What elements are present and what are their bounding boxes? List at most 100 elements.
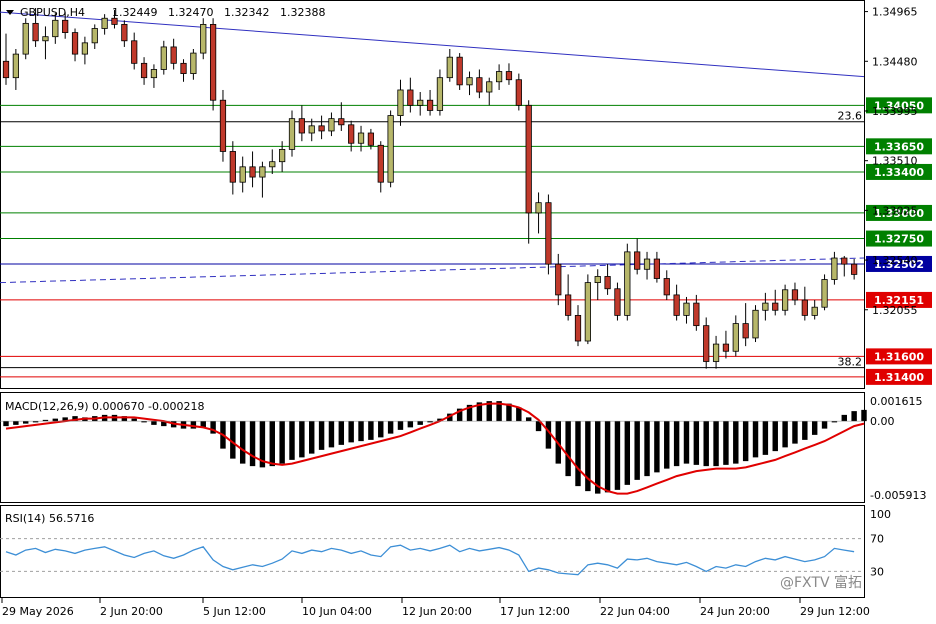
fib-label: 38.2	[838, 356, 863, 369]
macd-histogram-bar	[52, 418, 59, 422]
macd-histogram-bar	[239, 421, 246, 464]
candle-body	[377, 144, 384, 183]
macd-histogram-bar	[733, 421, 739, 464]
candle-body	[791, 289, 799, 301]
time-tick-label: 2 Jun 20:00	[100, 605, 163, 618]
price-tag-label: 1.33400	[874, 166, 924, 179]
ohlc-close: 1.32388	[280, 6, 326, 19]
macd-histogram-bar	[772, 421, 778, 452]
candle-body	[190, 52, 197, 74]
ohlc-open: 1.32449	[112, 6, 158, 19]
price-tag-label: 1.32750	[874, 233, 924, 246]
candle-body	[535, 202, 542, 214]
time-tick-label: 17 Jun 12:00	[500, 605, 570, 618]
candle-body	[574, 314, 582, 342]
macd-histogram-bar	[624, 421, 631, 485]
candle-body	[71, 32, 79, 55]
macd-histogram-bar	[397, 421, 404, 430]
rsi-label: RSI(14) 56.5716	[5, 512, 94, 525]
macd-histogram-bar	[151, 421, 157, 425]
macd-histogram-bar	[752, 421, 759, 458]
macd-histogram-bar	[309, 421, 315, 454]
time-tick-label: 12 Jun 20:00	[402, 605, 472, 618]
candle-body	[614, 288, 621, 316]
price-tag-label: 1.33650	[874, 140, 924, 153]
candle-body	[279, 149, 286, 163]
macd-tick-label: 0.001615	[870, 395, 923, 408]
rsi-tick-label: 30	[870, 565, 884, 578]
symbol-header: GBPUSD,H4	[20, 6, 85, 19]
macd-histogram-bar	[713, 421, 719, 467]
candle-body	[2, 60, 10, 79]
candle-body	[456, 56, 463, 86]
macd-histogram-bar	[782, 421, 788, 448]
candle-body	[555, 263, 562, 296]
macd-histogram-bar	[131, 418, 137, 422]
macd-histogram-bar	[407, 421, 414, 428]
price-tick-label: 1.33995	[872, 105, 918, 118]
time-tick-label: 29 May 2026	[2, 605, 74, 618]
price-tick-label: 1.32055	[872, 304, 918, 317]
macd-histogram-bar	[673, 421, 680, 467]
price-tick-label: 1.34480	[872, 55, 918, 68]
macd-histogram-bar	[664, 421, 670, 469]
candle-body	[32, 22, 39, 42]
price-tag-label: 1.31600	[874, 350, 924, 363]
candle-body	[821, 279, 828, 308]
candle-body	[653, 258, 661, 279]
candle-body	[229, 151, 236, 183]
macd-histogram-bar	[328, 421, 335, 448]
macd-histogram-bar	[821, 421, 828, 429]
macd-histogram-bar	[644, 421, 650, 477]
candle-body	[584, 282, 591, 342]
macd-histogram-bar	[762, 421, 769, 455]
macd-tick-label: -0.005913	[870, 489, 926, 502]
macd-histogram-bar	[249, 421, 256, 467]
fib-label: 23.6	[838, 110, 863, 123]
macd-histogram-bar	[693, 421, 700, 465]
candle-body	[269, 161, 276, 168]
macd-histogram-bar	[525, 417, 532, 422]
macd-histogram-bar	[338, 421, 345, 445]
candle-body	[111, 17, 118, 25]
candle-body	[772, 302, 779, 311]
candle-body	[42, 36, 49, 42]
candle-body	[200, 23, 207, 54]
candle-body	[209, 23, 217, 101]
macd-histogram-bar	[279, 421, 285, 464]
candle-body	[752, 309, 759, 339]
watermark-logo: @FXTV 富拓	[780, 574, 862, 591]
price-chart[interactable]: 23.6 38.2 0.001615 0.00 -0.005913 100 70 30 1…	[0, 0, 936, 624]
candle-body	[101, 17, 108, 29]
candle-body	[683, 302, 690, 316]
candle-body	[732, 323, 739, 352]
candle-body	[22, 22, 29, 55]
candle-body	[515, 79, 522, 106]
candle-body	[219, 99, 227, 152]
macd-histogram-bar	[723, 421, 729, 465]
candle-body	[170, 46, 177, 64]
macd-histogram-bar	[654, 421, 660, 473]
candle-body	[160, 46, 167, 70]
time-tick-label: 29 Jun 12:00	[800, 605, 870, 618]
macd-histogram-bar	[417, 421, 423, 425]
price-tick-label: 1.33025	[872, 204, 918, 217]
candle-body	[259, 166, 266, 178]
macd-histogram-bar	[289, 421, 295, 460]
candle-body	[841, 257, 848, 265]
macd-histogram-bar	[565, 421, 571, 477]
candle-body	[436, 77, 444, 111]
candle-body	[634, 251, 641, 270]
candle-body	[249, 166, 256, 178]
candle-body	[476, 77, 483, 93]
candle-body	[318, 125, 325, 132]
rsi-tick-label: 70	[870, 533, 884, 546]
candle-body	[762, 302, 769, 311]
candle-body	[298, 118, 305, 134]
macd-histogram-bar	[299, 421, 305, 458]
candle-body	[328, 118, 335, 132]
macd-histogram-bar	[841, 414, 847, 422]
macd-histogram-bar	[634, 421, 640, 480]
candle-body	[673, 294, 680, 316]
candle-body	[367, 132, 375, 146]
